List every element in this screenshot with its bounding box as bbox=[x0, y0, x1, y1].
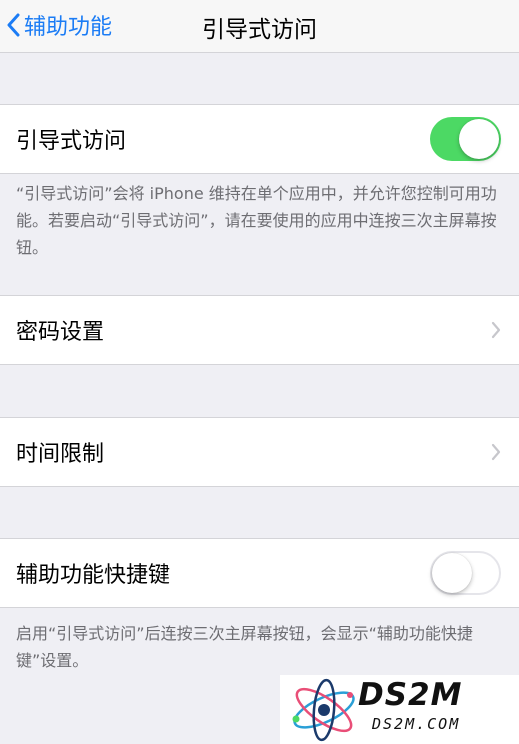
passcode-settings-label: 密码设置 bbox=[16, 320, 105, 345]
passcode-settings-row[interactable]: 密码设置 bbox=[0, 295, 519, 365]
time-limits-label: 时间限制 bbox=[16, 442, 105, 467]
guided-access-description: “引导式访问”会将 iPhone 维持在单个应用中，并允许您控制可用功能。若要启… bbox=[16, 184, 497, 257]
toggle-knob bbox=[432, 553, 472, 593]
atom-logo-icon bbox=[292, 678, 355, 742]
chevron-right-icon bbox=[491, 321, 501, 339]
watermark-logo: DS2M DS2M.COM bbox=[280, 675, 519, 744]
watermark-brand: DS2M bbox=[358, 677, 463, 713]
toggle-knob bbox=[459, 119, 499, 159]
watermark-url: DS2M.COM bbox=[372, 715, 461, 733]
guided-access-row: 引导式访问 bbox=[0, 104, 519, 174]
page-title: 引导式访问 bbox=[202, 17, 317, 43]
accessibility-shortcut-label: 辅助功能快捷键 bbox=[16, 563, 171, 588]
navigation-bar: 辅助功能 引导式访问 bbox=[0, 0, 519, 53]
guided-access-label: 引导式访问 bbox=[16, 129, 127, 154]
time-limits-row[interactable]: 时间限制 bbox=[0, 417, 519, 487]
accessibility-shortcut-row: 辅助功能快捷键 bbox=[0, 538, 519, 608]
accessibility-shortcut-toggle[interactable] bbox=[430, 551, 501, 595]
guided-access-toggle[interactable] bbox=[430, 117, 501, 161]
chevron-right-icon bbox=[491, 443, 501, 461]
accessibility-shortcut-description: 启用“引导式访问”后连按三次主屏幕按钮，会显示“辅助功能快捷键”设置。 bbox=[16, 624, 473, 670]
